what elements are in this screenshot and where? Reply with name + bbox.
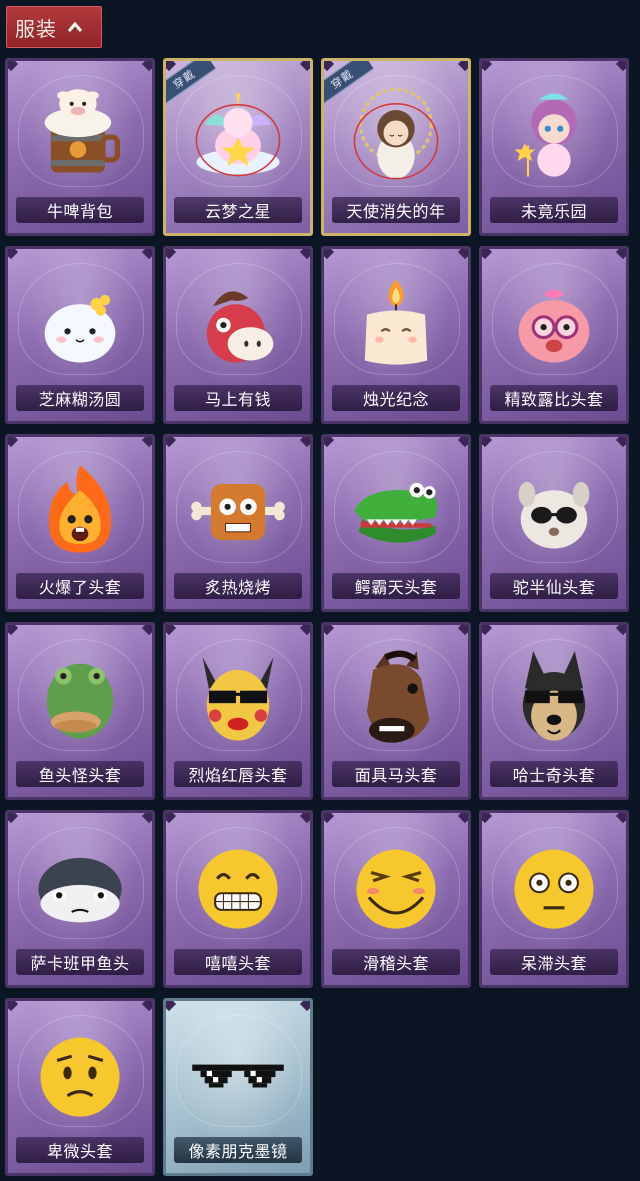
costume-card[interactable]: 呆滞头套 [479, 810, 629, 988]
item-name-plate: 精致露比头套 [490, 385, 618, 411]
costume-card[interactable]: 驼半仙头套 [479, 434, 629, 612]
item-name-plate: 烈焰红唇头套 [174, 761, 302, 787]
item-name-plate: 天使消失的年 [332, 197, 460, 223]
costume-card[interactable]: 烈焰红唇头套 [163, 622, 313, 800]
fairy-girl-icon [502, 83, 606, 187]
angel-doll-icon [344, 83, 448, 187]
item-name-plate: 鱼头怪头套 [16, 761, 144, 787]
item-name: 炙热烧烤 [204, 578, 271, 597]
costume-card[interactable]: 未竟乐园 [479, 58, 629, 236]
item-name: 面具马头套 [354, 766, 438, 785]
pink-beaver-head-icon [502, 271, 606, 375]
item-name-plate: 马上有钱 [174, 385, 302, 411]
item-name: 未竟乐园 [520, 202, 587, 221]
horse-mask-icon [344, 647, 448, 751]
costume-card[interactable]: 像素朋克墨镜 [163, 998, 313, 1176]
costume-card[interactable]: 嘻嘻头套 [163, 810, 313, 988]
item-name: 芝麻糊汤圆 [38, 390, 122, 409]
item-name: 卑微头套 [46, 1142, 113, 1161]
item-name: 云梦之星 [204, 202, 271, 221]
alpaca-head-icon [502, 459, 606, 563]
item-name-plate: 火爆了头套 [16, 573, 144, 599]
costume-card[interactable]: 面具马头套 [321, 622, 471, 800]
item-name-plate: 滑稽头套 [332, 949, 460, 975]
item-name: 烛光纪念 [362, 390, 429, 409]
sacabambaspis-head-icon [28, 835, 132, 939]
costume-card[interactable]: 精致露比头套 [479, 246, 629, 424]
pixel-sunglasses-icon [186, 1023, 290, 1127]
fire-head-icon [28, 459, 132, 563]
item-name: 火爆了头套 [38, 578, 122, 597]
item-name-plate: 未竟乐园 [490, 197, 618, 223]
candle-icon [344, 271, 448, 375]
item-name: 天使消失的年 [346, 202, 446, 221]
item-name-plate: 炙热烧烤 [174, 573, 302, 599]
unicorn-star-icon [186, 83, 290, 187]
item-name: 精致露比头套 [504, 390, 604, 409]
item-name: 驼半仙头套 [512, 578, 596, 597]
costume-card[interactable]: 芝麻糊汤圆 [5, 246, 155, 424]
red-lips-head-icon [186, 647, 290, 751]
stunned-emoji-head-icon [502, 835, 606, 939]
costume-card[interactable]: 鱼头怪头套 [5, 622, 155, 800]
costume-card[interactable]: 鳄霸天头套 [321, 434, 471, 612]
item-name: 哈士奇头套 [512, 766, 596, 785]
item-name-plate: 烛光纪念 [332, 385, 460, 411]
crocodile-head-icon [344, 459, 448, 563]
fish-head-icon [28, 647, 132, 751]
grin-emoji-head-icon [186, 835, 290, 939]
item-name-plate: 呆滞头套 [490, 949, 618, 975]
item-name: 牛啤背包 [46, 202, 113, 221]
grill-meat-icon [186, 459, 290, 563]
item-name: 烈焰红唇头套 [188, 766, 288, 785]
item-name-plate: 面具马头套 [332, 761, 460, 787]
costume-card[interactable]: 火爆了头套 [5, 434, 155, 612]
item-name: 滑稽头套 [362, 954, 429, 973]
funny-emoji-head-icon [344, 835, 448, 939]
costume-card[interactable]: 卑微头套 [5, 998, 155, 1176]
item-name: 鱼头怪头套 [38, 766, 122, 785]
costume-card[interactable]: 穿戴 云梦之星 [163, 58, 313, 236]
humble-emoji-head-icon [28, 1023, 132, 1127]
costume-card[interactable]: 烛光纪念 [321, 246, 471, 424]
costume-card[interactable]: 牛啤背包 [5, 58, 155, 236]
costume-card[interactable]: 马上有钱 [163, 246, 313, 424]
item-name-plate: 牛啤背包 [16, 197, 144, 223]
item-name-plate: 卑微头套 [16, 1137, 144, 1163]
costume-tab[interactable]: 服装 [6, 6, 102, 48]
item-name-plate: 萨卡班甲鱼头 [16, 949, 144, 975]
item-name-plate: 云梦之星 [174, 197, 302, 223]
red-horse-icon [186, 271, 290, 375]
item-name: 呆滞头套 [520, 954, 587, 973]
costume-card[interactable]: 萨卡班甲鱼头 [5, 810, 155, 988]
item-name-plate: 驼半仙头套 [490, 573, 618, 599]
item-name-plate: 像素朋克墨镜 [174, 1137, 302, 1163]
husky-head-icon [502, 647, 606, 751]
item-name: 马上有钱 [204, 390, 271, 409]
costume-screen: 服装 牛啤背包 穿戴 云梦之星 穿戴 天使消失的年未竟乐园芝麻糊汤圆 马上有钱 烛光纪念 精致… [0, 0, 640, 1181]
costume-card[interactable]: 穿戴 天使消失的年 [321, 58, 471, 236]
chevron-up-icon [67, 21, 83, 32]
item-name-plate: 嘻嘻头套 [174, 949, 302, 975]
costume-card[interactable]: 炙热烧烤 [163, 434, 313, 612]
costume-grid: 牛啤背包 穿戴 云梦之星 穿戴 天使消失的年未竟乐园芝麻糊汤圆 马上有钱 烛光纪念 精致露比头… [5, 58, 635, 1176]
item-name: 萨卡班甲鱼头 [30, 954, 130, 973]
costume-card[interactable]: 哈士奇头套 [479, 622, 629, 800]
item-name-plate: 哈士奇头套 [490, 761, 618, 787]
item-name: 嘻嘻头套 [204, 954, 271, 973]
rice-ball-icon [28, 271, 132, 375]
item-name-plate: 鳄霸天头套 [332, 573, 460, 599]
item-name: 像素朋克墨镜 [188, 1142, 288, 1161]
costume-tab-label: 服装 [15, 16, 57, 41]
costume-card[interactable]: 滑稽头套 [321, 810, 471, 988]
beer-backpack-icon [28, 83, 132, 187]
item-name: 鳄霸天头套 [354, 578, 438, 597]
item-name-plate: 芝麻糊汤圆 [16, 385, 144, 411]
